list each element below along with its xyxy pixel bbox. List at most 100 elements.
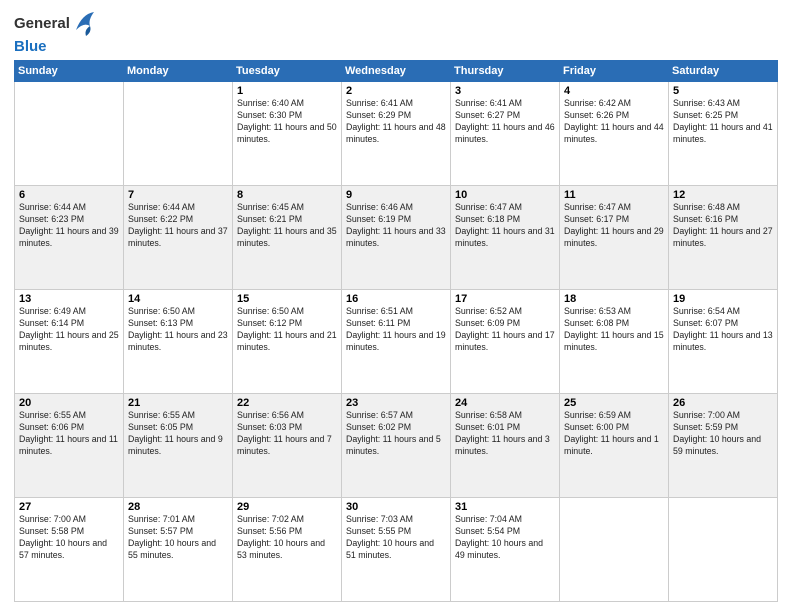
day-number: 31 — [455, 501, 555, 513]
calendar-cell: 21Sunrise: 6:55 AM Sunset: 6:05 PM Dayli… — [124, 394, 233, 498]
calendar-cell: 13Sunrise: 6:49 AM Sunset: 6:14 PM Dayli… — [15, 290, 124, 394]
day-info: Sunrise: 6:53 AM Sunset: 6:08 PM Dayligh… — [564, 306, 664, 354]
day-number: 24 — [455, 397, 555, 409]
day-info: Sunrise: 6:49 AM Sunset: 6:14 PM Dayligh… — [19, 306, 119, 354]
calendar-cell: 23Sunrise: 6:57 AM Sunset: 6:02 PM Dayli… — [342, 394, 451, 498]
calendar-cell: 20Sunrise: 6:55 AM Sunset: 6:06 PM Dayli… — [15, 394, 124, 498]
day-info: Sunrise: 7:00 AM Sunset: 5:59 PM Dayligh… — [673, 410, 773, 458]
day-number: 1 — [237, 85, 337, 97]
day-info: Sunrise: 7:03 AM Sunset: 5:55 PM Dayligh… — [346, 514, 446, 562]
day-number: 17 — [455, 293, 555, 305]
day-number: 3 — [455, 85, 555, 97]
calendar-cell: 12Sunrise: 6:48 AM Sunset: 6:16 PM Dayli… — [669, 186, 778, 290]
day-info: Sunrise: 6:47 AM Sunset: 6:17 PM Dayligh… — [564, 202, 664, 250]
day-number: 10 — [455, 189, 555, 201]
day-info: Sunrise: 6:55 AM Sunset: 6:05 PM Dayligh… — [128, 410, 228, 458]
weekday-header-wednesday: Wednesday — [342, 61, 451, 82]
calendar-cell: 24Sunrise: 6:58 AM Sunset: 6:01 PM Dayli… — [451, 394, 560, 498]
day-number: 14 — [128, 293, 228, 305]
logo-general: General — [14, 15, 70, 33]
calendar-cell: 6Sunrise: 6:44 AM Sunset: 6:23 PM Daylig… — [15, 186, 124, 290]
calendar-cell: 4Sunrise: 6:42 AM Sunset: 6:26 PM Daylig… — [560, 82, 669, 186]
calendar-cell: 17Sunrise: 6:52 AM Sunset: 6:09 PM Dayli… — [451, 290, 560, 394]
day-info: Sunrise: 7:00 AM Sunset: 5:58 PM Dayligh… — [19, 514, 119, 562]
day-number: 5 — [673, 85, 773, 97]
calendar-cell — [560, 498, 669, 602]
day-info: Sunrise: 6:46 AM Sunset: 6:19 PM Dayligh… — [346, 202, 446, 250]
calendar-cell — [124, 82, 233, 186]
day-number: 23 — [346, 397, 446, 409]
weekday-header-monday: Monday — [124, 61, 233, 82]
day-info: Sunrise: 6:51 AM Sunset: 6:11 PM Dayligh… — [346, 306, 446, 354]
day-number: 9 — [346, 189, 446, 201]
calendar-cell: 9Sunrise: 6:46 AM Sunset: 6:19 PM Daylig… — [342, 186, 451, 290]
calendar-cell: 5Sunrise: 6:43 AM Sunset: 6:25 PM Daylig… — [669, 82, 778, 186]
calendar-cell — [15, 82, 124, 186]
day-info: Sunrise: 6:41 AM Sunset: 6:29 PM Dayligh… — [346, 98, 446, 146]
day-info: Sunrise: 6:59 AM Sunset: 6:00 PM Dayligh… — [564, 410, 664, 458]
calendar-cell: 7Sunrise: 6:44 AM Sunset: 6:22 PM Daylig… — [124, 186, 233, 290]
day-info: Sunrise: 7:04 AM Sunset: 5:54 PM Dayligh… — [455, 514, 555, 562]
day-number: 2 — [346, 85, 446, 97]
week-row-5: 27Sunrise: 7:00 AM Sunset: 5:58 PM Dayli… — [15, 498, 778, 602]
day-number: 28 — [128, 501, 228, 513]
calendar-cell: 29Sunrise: 7:02 AM Sunset: 5:56 PM Dayli… — [233, 498, 342, 602]
day-number: 6 — [19, 189, 119, 201]
calendar-cell: 31Sunrise: 7:04 AM Sunset: 5:54 PM Dayli… — [451, 498, 560, 602]
calendar-cell — [669, 498, 778, 602]
day-number: 4 — [564, 85, 664, 97]
day-number: 27 — [19, 501, 119, 513]
day-number: 30 — [346, 501, 446, 513]
day-number: 11 — [564, 189, 664, 201]
day-info: Sunrise: 6:54 AM Sunset: 6:07 PM Dayligh… — [673, 306, 773, 354]
day-info: Sunrise: 6:43 AM Sunset: 6:25 PM Dayligh… — [673, 98, 773, 146]
day-info: Sunrise: 7:02 AM Sunset: 5:56 PM Dayligh… — [237, 514, 337, 562]
week-row-1: 1Sunrise: 6:40 AM Sunset: 6:30 PM Daylig… — [15, 82, 778, 186]
day-number: 8 — [237, 189, 337, 201]
calendar-cell: 27Sunrise: 7:00 AM Sunset: 5:58 PM Dayli… — [15, 498, 124, 602]
day-number: 22 — [237, 397, 337, 409]
day-info: Sunrise: 6:50 AM Sunset: 6:13 PM Dayligh… — [128, 306, 228, 354]
calendar-cell: 26Sunrise: 7:00 AM Sunset: 5:59 PM Dayli… — [669, 394, 778, 498]
logo-bird-icon — [72, 10, 94, 38]
day-number: 19 — [673, 293, 773, 305]
day-info: Sunrise: 6:50 AM Sunset: 6:12 PM Dayligh… — [237, 306, 337, 354]
day-info: Sunrise: 6:40 AM Sunset: 6:30 PM Dayligh… — [237, 98, 337, 146]
calendar-cell: 18Sunrise: 6:53 AM Sunset: 6:08 PM Dayli… — [560, 290, 669, 394]
day-info: Sunrise: 6:45 AM Sunset: 6:21 PM Dayligh… — [237, 202, 337, 250]
day-number: 7 — [128, 189, 228, 201]
day-number: 12 — [673, 189, 773, 201]
day-info: Sunrise: 6:56 AM Sunset: 6:03 PM Dayligh… — [237, 410, 337, 458]
calendar-cell: 3Sunrise: 6:41 AM Sunset: 6:27 PM Daylig… — [451, 82, 560, 186]
week-row-3: 13Sunrise: 6:49 AM Sunset: 6:14 PM Dayli… — [15, 290, 778, 394]
weekday-header-row: SundayMondayTuesdayWednesdayThursdayFrid… — [15, 61, 778, 82]
weekday-header-saturday: Saturday — [669, 61, 778, 82]
calendar-cell: 10Sunrise: 6:47 AM Sunset: 6:18 PM Dayli… — [451, 186, 560, 290]
page: General Blue SundayMondayTuesdayWednesda… — [0, 0, 792, 612]
day-number: 16 — [346, 293, 446, 305]
day-number: 21 — [128, 397, 228, 409]
day-info: Sunrise: 6:52 AM Sunset: 6:09 PM Dayligh… — [455, 306, 555, 354]
calendar-cell: 14Sunrise: 6:50 AM Sunset: 6:13 PM Dayli… — [124, 290, 233, 394]
week-row-4: 20Sunrise: 6:55 AM Sunset: 6:06 PM Dayli… — [15, 394, 778, 498]
day-info: Sunrise: 6:44 AM Sunset: 6:22 PM Dayligh… — [128, 202, 228, 250]
calendar-cell: 28Sunrise: 7:01 AM Sunset: 5:57 PM Dayli… — [124, 498, 233, 602]
calendar-cell: 11Sunrise: 6:47 AM Sunset: 6:17 PM Dayli… — [560, 186, 669, 290]
week-row-2: 6Sunrise: 6:44 AM Sunset: 6:23 PM Daylig… — [15, 186, 778, 290]
day-number: 25 — [564, 397, 664, 409]
calendar-cell: 30Sunrise: 7:03 AM Sunset: 5:55 PM Dayli… — [342, 498, 451, 602]
day-number: 29 — [237, 501, 337, 513]
day-number: 20 — [19, 397, 119, 409]
calendar-cell: 2Sunrise: 6:41 AM Sunset: 6:29 PM Daylig… — [342, 82, 451, 186]
calendar-cell: 15Sunrise: 6:50 AM Sunset: 6:12 PM Dayli… — [233, 290, 342, 394]
weekday-header-thursday: Thursday — [451, 61, 560, 82]
calendar-cell: 25Sunrise: 6:59 AM Sunset: 6:00 PM Dayli… — [560, 394, 669, 498]
day-info: Sunrise: 6:47 AM Sunset: 6:18 PM Dayligh… — [455, 202, 555, 250]
day-number: 18 — [564, 293, 664, 305]
day-info: Sunrise: 6:58 AM Sunset: 6:01 PM Dayligh… — [455, 410, 555, 458]
calendar-cell: 22Sunrise: 6:56 AM Sunset: 6:03 PM Dayli… — [233, 394, 342, 498]
calendar-cell: 16Sunrise: 6:51 AM Sunset: 6:11 PM Dayli… — [342, 290, 451, 394]
weekday-header-friday: Friday — [560, 61, 669, 82]
day-number: 13 — [19, 293, 119, 305]
calendar-cell: 1Sunrise: 6:40 AM Sunset: 6:30 PM Daylig… — [233, 82, 342, 186]
